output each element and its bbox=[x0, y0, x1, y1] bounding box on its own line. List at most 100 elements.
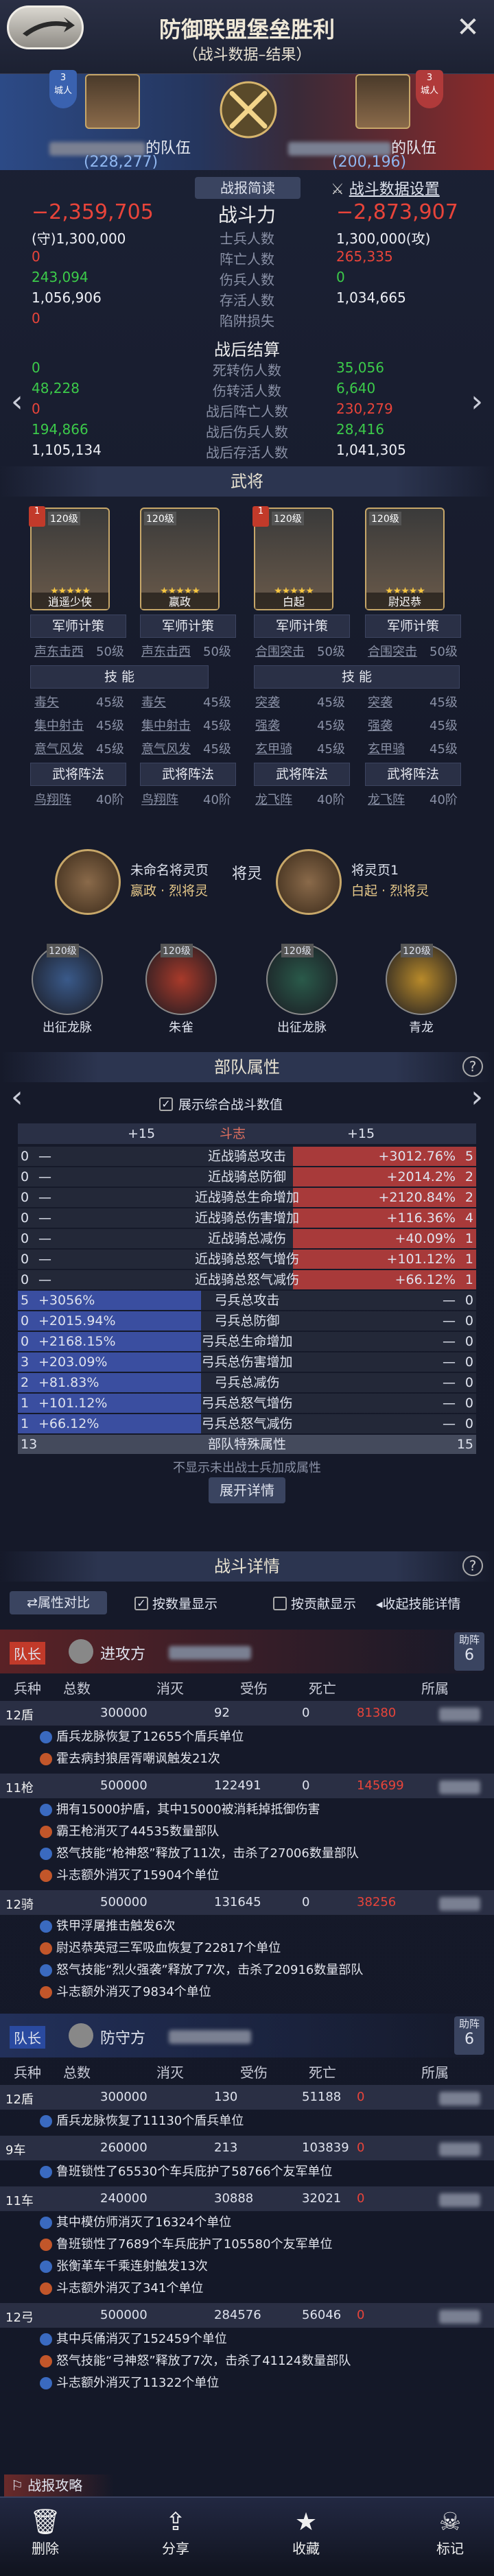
skill-log-line: 怒气技能“枪神怒”释放了11次，击杀了27006数量部队 bbox=[40, 1844, 359, 1864]
attribute-row: 0 — 近战骑总怒气增伤 +101.12% 1 bbox=[18, 1250, 476, 1269]
right-count: 0 bbox=[464, 1313, 473, 1328]
strategy-level: 50级 bbox=[96, 645, 124, 659]
formation-name: 龙飞阵 bbox=[255, 793, 292, 807]
attribute-label: 近战骑总怒气减伤 bbox=[194, 1272, 299, 1287]
left-spirit-avatar[interactable] bbox=[55, 849, 121, 915]
general-card[interactable]: 120级 ★★★★★ 尉迟恭 bbox=[365, 508, 445, 610]
back-button[interactable] bbox=[7, 5, 84, 49]
left-count: 3 bbox=[21, 1355, 30, 1370]
column-header: 消灭 bbox=[156, 1680, 184, 1697]
by-contrib-radio[interactable]: 按贡献显示 bbox=[273, 1594, 356, 1612]
nav-item-3[interactable]: ☠ 标记 bbox=[409, 2507, 491, 2557]
summary-right-value: 265,335 bbox=[336, 248, 393, 265]
after-left-value: 0 bbox=[32, 359, 40, 376]
compare-label: 属性对比 bbox=[37, 1595, 90, 1610]
unit-row[interactable]: 12骑 500000 131645 0 38256 bbox=[0, 1890, 494, 1915]
skill-log-line: 铁甲浮屠推击触发6次 bbox=[40, 1916, 175, 1937]
show-combined-toggle[interactable]: ✓ 展示综合战斗数值 bbox=[159, 1095, 283, 1113]
summary-row: 0 阵亡人数 265,335 bbox=[0, 248, 494, 267]
by-count-radio[interactable]: ✓ 按数量显示 bbox=[134, 1594, 217, 1612]
captain-badge: 队长 bbox=[10, 2026, 45, 2049]
unit-row[interactable]: 12盾 300000 92 0 81380 bbox=[0, 1701, 494, 1726]
right-spirit-avatar[interactable] bbox=[276, 849, 342, 915]
beast-card[interactable]: 120级 朱雀 bbox=[141, 944, 221, 1040]
unit-row[interactable]: 11枪 500000 122491 0 145699 bbox=[0, 1774, 494, 1798]
prev-arrow-icon[interactable]: ‹ bbox=[11, 384, 23, 419]
morale-label: 斗志 bbox=[220, 1126, 246, 1141]
left-bonus: — bbox=[38, 1169, 51, 1184]
close-button[interactable]: ✕ bbox=[454, 14, 482, 41]
unit-dead: 0 bbox=[357, 2308, 365, 2322]
unit-row[interactable]: 11车 240000 30888 32021 0 bbox=[0, 2186, 494, 2211]
skill-icon bbox=[40, 1731, 52, 1743]
left-commander-avatar[interactable] bbox=[85, 74, 140, 129]
general-card[interactable]: 1 120级 ★★★★★ 白起 bbox=[252, 506, 333, 610]
unit-dead: 0 bbox=[357, 2140, 365, 2155]
after-left-value: 0 bbox=[32, 401, 40, 417]
right-bonus: — bbox=[443, 1313, 456, 1328]
skill-icon bbox=[40, 2217, 52, 2229]
skill-log-text: 铁甲浮屠推击触发6次 bbox=[56, 1919, 176, 1933]
left-bonus: +203.09% bbox=[38, 1355, 108, 1370]
beast-level: 120级 bbox=[47, 944, 79, 957]
attribute-label: 弓兵总攻击 bbox=[214, 1293, 280, 1308]
formation-name: 鸟翔阵 bbox=[141, 793, 178, 807]
skill-log-text: 斗志额外消灭了15904个单位 bbox=[56, 1868, 220, 1883]
after-left-value: 194,866 bbox=[32, 421, 89, 438]
unit-total: 500000 bbox=[100, 2308, 148, 2322]
beast-card[interactable]: 120级 出征龙脉 bbox=[262, 944, 342, 1040]
side-player-blurred bbox=[169, 1646, 251, 1660]
attribute-row: 0 — 近战骑总防御 +2014.2% 2 bbox=[18, 1167, 476, 1186]
attributes-help-icon[interactable]: ? bbox=[462, 1056, 483, 1077]
general-name: 逍遥少侠 bbox=[32, 593, 108, 609]
nav-item-1[interactable]: ⇪ 分享 bbox=[134, 2507, 217, 2557]
ability-name: 突袭 bbox=[368, 695, 392, 710]
close-icon: ✕ bbox=[456, 12, 480, 43]
next-arrow-icon[interactable]: › bbox=[471, 384, 483, 419]
summary-row: 243,094 伤兵人数 0 bbox=[0, 269, 494, 288]
summary-row-label: 士兵人数 bbox=[220, 230, 274, 247]
skill-icon bbox=[40, 1848, 52, 1860]
settings-swords-icon: ⚔ bbox=[331, 181, 344, 198]
attribute-row: 1 +101.12% 弓兵总怒气增伤 — 0 bbox=[18, 1394, 476, 1413]
ability-level: 45级 bbox=[96, 742, 124, 756]
beast-card[interactable]: 120级 出征龙脉 bbox=[27, 944, 107, 1040]
attr-next-arrow-icon[interactable]: › bbox=[471, 1080, 483, 1114]
strategy-name: 合围突击 bbox=[368, 645, 417, 659]
beast-card[interactable]: 120级 青龙 bbox=[381, 944, 461, 1040]
unit-row[interactable]: 12盾 300000 130 51188 0 bbox=[0, 2085, 494, 2110]
expand-details-button[interactable]: 展开详情 bbox=[209, 1477, 285, 1503]
summary-left-value: 0 bbox=[32, 248, 40, 265]
right-bonus: +101.12% bbox=[386, 1252, 456, 1267]
skill-log-text: 鲁班锁性了65530个车兵庇护了58766个友军单位 bbox=[56, 2164, 333, 2179]
page-title: 防御联盟堡垒胜利 bbox=[158, 16, 335, 43]
attribute-compare-button[interactable]: ⇄属性对比 bbox=[10, 1591, 107, 1614]
right-commander-avatar[interactable] bbox=[355, 74, 410, 129]
attribute-row: 0 — 近战骑总怒气减伤 +66.12% 1 bbox=[18, 1270, 476, 1289]
captain-badge: 队长 bbox=[10, 1642, 45, 1665]
unit-kill: 213 bbox=[214, 2140, 238, 2155]
skill-icon bbox=[40, 2333, 52, 2346]
summary-row: 0 陷阱损失 bbox=[0, 310, 494, 329]
unit-row[interactable]: 12弓 500000 284576 56046 0 bbox=[0, 2303, 494, 2328]
general-card[interactable]: 120级 ★★★★★ 嬴政 bbox=[140, 508, 220, 610]
nav-item-0[interactable]: 🗑 删除 bbox=[4, 2507, 86, 2557]
nav-item-2[interactable]: ★ 收藏 bbox=[265, 2507, 347, 2557]
unit-kill: 122491 bbox=[214, 1778, 261, 1793]
brief-report-button[interactable]: 战报简读 bbox=[195, 177, 301, 199]
ability-name: 意气风发 bbox=[34, 742, 84, 756]
attr-prev-arrow-icon[interactable]: ‹ bbox=[11, 1080, 23, 1114]
collapse-skills-toggle[interactable]: ◂收起技能详情 bbox=[376, 1594, 461, 1612]
unit-row[interactable]: 9车 260000 213 103839 0 bbox=[0, 2136, 494, 2160]
unit-total: 300000 bbox=[100, 2090, 148, 2104]
after-row: 48,228 伤转活人数 6,640 bbox=[0, 380, 494, 399]
skill-icon bbox=[40, 1804, 52, 1816]
details-help-icon[interactable]: ? bbox=[462, 1555, 483, 1576]
after-row-label: 战后阵亡人数 bbox=[206, 403, 288, 420]
ability-name: 毒矢 bbox=[34, 695, 59, 710]
general-card[interactable]: 1 120级 ★★★★★ 逍遥少侠 bbox=[29, 506, 110, 610]
left-power-loss: −2,359,705 bbox=[32, 200, 154, 224]
report-tips-link[interactable]: ⚐ 战报攻略 bbox=[4, 2474, 114, 2496]
battle-data-settings[interactable]: ⚔ 战斗数据设置 bbox=[331, 177, 440, 199]
right-morale: +15 bbox=[347, 1126, 375, 1141]
